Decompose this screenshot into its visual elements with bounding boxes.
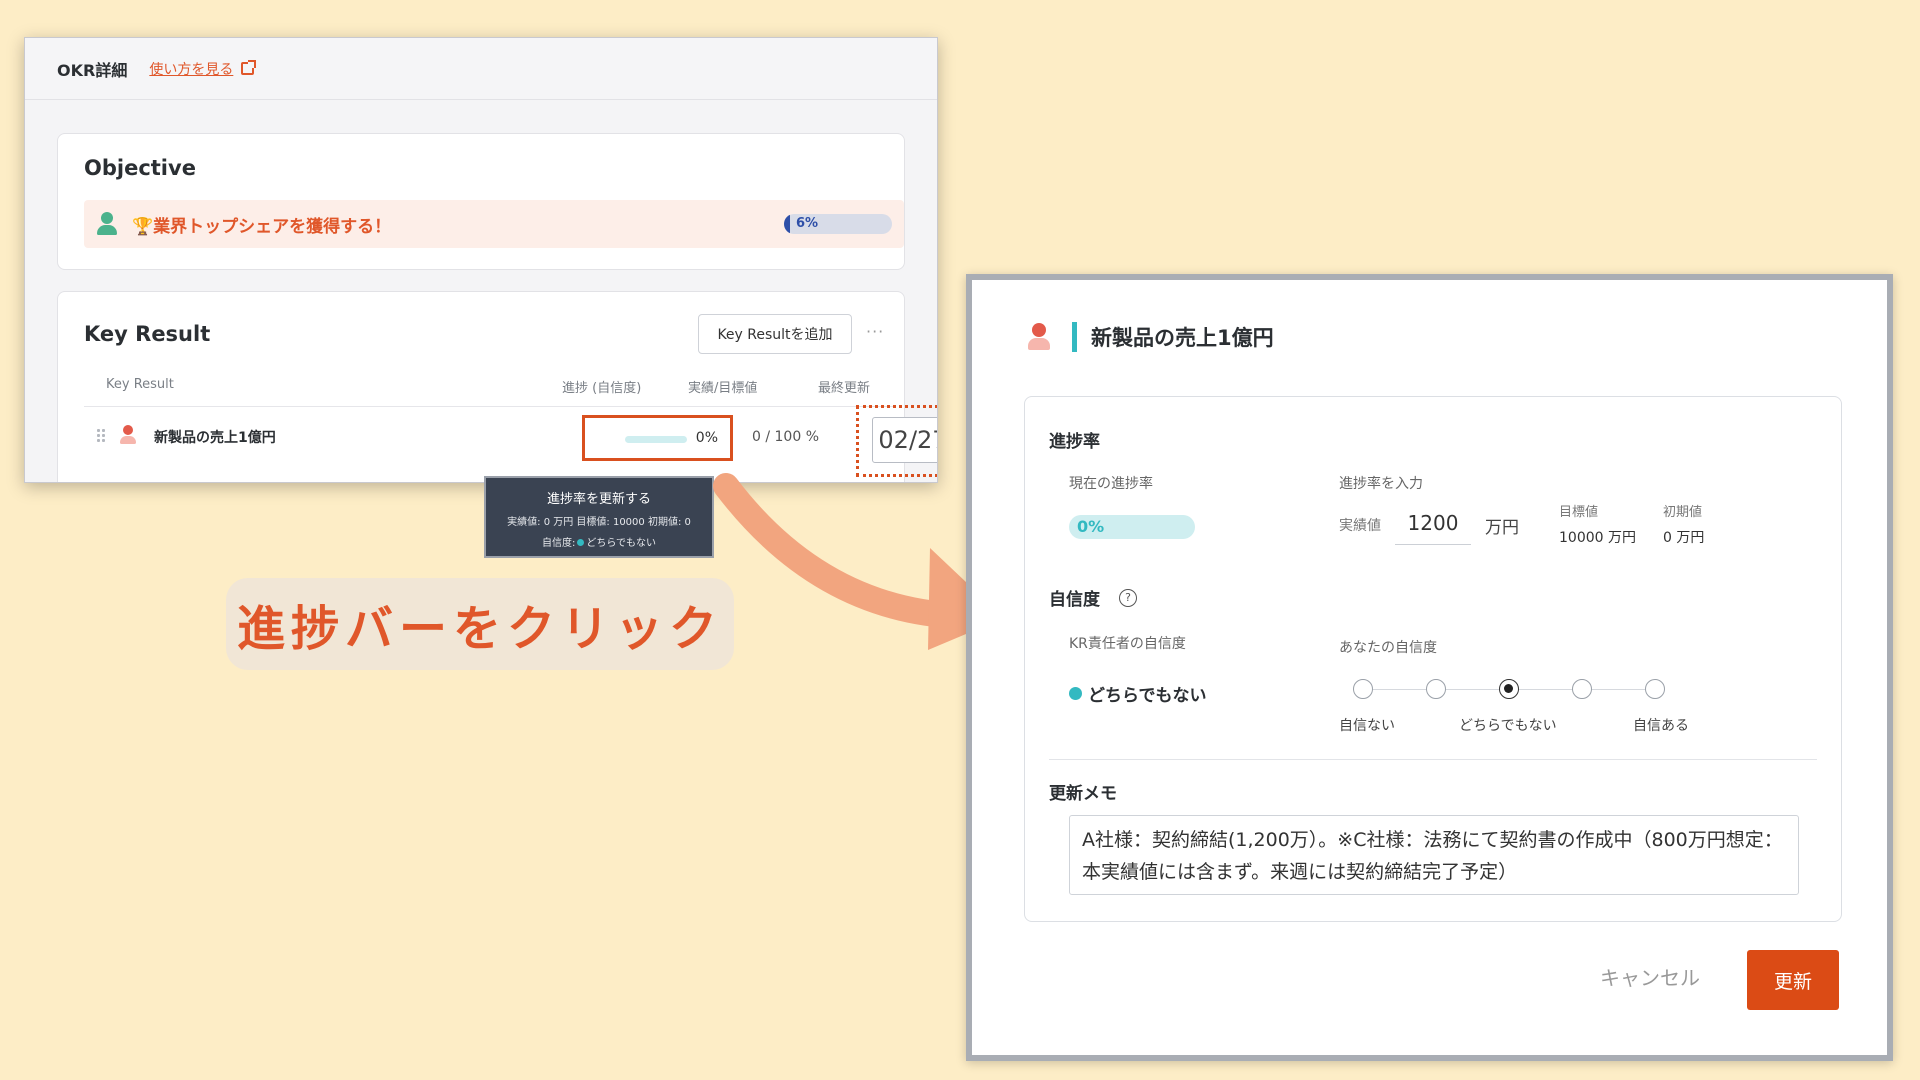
progress-section-title: 進捗率: [1049, 432, 1100, 452]
column-header-last-update: 最終更新: [818, 381, 871, 396]
add-key-result-button[interactable]: Key Resultを追加: [698, 314, 852, 354]
owner-confidence-label: KR責任者の自信度: [1069, 636, 1186, 652]
column-header-actual-target: 実績/目標値: [688, 381, 758, 396]
kr-progress-bar[interactable]: [625, 436, 687, 443]
current-progress-bar: 0%: [1069, 515, 1195, 539]
tooltip-confidence: 自信度: どちらでもない: [486, 534, 712, 549]
more-options-icon[interactable]: ···: [866, 322, 884, 341]
scale-mid-label: どちらでもない: [1459, 718, 1557, 734]
tooltip-values: 実績値: 0 万円 目標値: 10000 初期値: 0: [507, 517, 691, 528]
howto-link-label: 使い方を見る: [149, 61, 234, 78]
current-progress-label: 現在の進捗率: [1069, 476, 1153, 492]
user-avatar-icon: [96, 212, 118, 236]
section-divider: [1049, 759, 1817, 760]
update-form-card: 進捗率 現在の進捗率 0% 進捗率を入力 実績値 万円 目標値 10000 万円…: [1024, 396, 1842, 922]
actual-value-input[interactable]: [1395, 501, 1471, 545]
initial-value: 0 万円: [1663, 530, 1705, 546]
modal-title: 新製品の売上1億円: [1091, 326, 1274, 350]
table-row[interactable]: 新製品の売上1億円 0% 0 / 100 % 02/27: [84, 405, 937, 477]
title-accent-bar: [1072, 322, 1077, 352]
cancel-button[interactable]: キャンセル: [1600, 962, 1700, 991]
initial-value-label: 初期値: [1663, 505, 1703, 520]
confidence-radio-3[interactable]: [1499, 679, 1519, 699]
kr-owner-avatar-icon: [120, 425, 136, 445]
owner-confidence-value: どちらでもない: [1069, 681, 1207, 706]
tooltip-confidence-value: どちらでもない: [586, 538, 657, 549]
column-header-progress: 進捗 (自信度): [562, 381, 642, 396]
memo-section-title: 更新メモ: [1049, 784, 1117, 804]
update-button[interactable]: 更新: [1747, 950, 1839, 1010]
objective-heading: Objective: [84, 156, 196, 180]
objective-progress-bar[interactable]: 6%: [784, 214, 892, 234]
scale-low-label: 自信ない: [1339, 718, 1395, 734]
progress-update-modal: 新製品の売上1億円 進捗率 現在の進捗率 0% 進捗率を入力 実績値 万円 目標…: [966, 274, 1893, 1061]
confidence-radio-5[interactable]: [1645, 679, 1665, 699]
kr-owner-avatar-icon: [1028, 323, 1050, 351]
drag-handle-icon[interactable]: [96, 428, 106, 444]
tooltip-title: 進捗率を更新する: [546, 492, 651, 507]
objective-progress-label: 6%: [796, 216, 819, 231]
kr-progress-bar-highlight[interactable]: 0%: [582, 415, 733, 461]
tooltip-confidence-label: 自信度:: [541, 538, 576, 549]
modal-header: 新製品の売上1億円: [1028, 322, 1274, 352]
help-icon[interactable]: ?: [1119, 589, 1137, 607]
key-result-card: Key Result Key Resultを追加 ··· Key Result …: [57, 291, 937, 482]
target-value-label: 目標値: [1559, 505, 1599, 520]
owner-confidence-text: どちらでもない: [1088, 686, 1207, 706]
key-result-heading: Key Result: [84, 322, 211, 346]
kr-progress-label: 0%: [695, 430, 718, 446]
confidence-dot-icon: [577, 539, 585, 546]
objective-progress-fill: [784, 214, 791, 234]
confidence-radio-2[interactable]: [1426, 679, 1446, 699]
confidence-section-title: 自信度: [1049, 590, 1100, 610]
your-confidence-label: あなたの自信度: [1339, 640, 1437, 656]
external-link-icon: [241, 60, 257, 75]
kr-actual-target: 0 / 100 %: [752, 429, 819, 445]
objective-text: 🏆業界トップシェアを獲得する！: [132, 216, 392, 237]
scale-high-label: 自信ある: [1633, 718, 1689, 734]
progress-input-label: 進捗率を入力: [1339, 476, 1423, 492]
okr-header: OKR詳細 使い方を見る: [25, 38, 937, 100]
actual-value-label: 実績値: [1339, 518, 1381, 534]
objective-row[interactable]: 🏆業界トップシェアを獲得する！ 6%: [84, 200, 904, 248]
current-progress-value: 0%: [1077, 517, 1105, 536]
last-update-date: 02/27: [872, 417, 937, 463]
column-header-key-result: Key Result: [106, 377, 174, 392]
objective-card: Objective 🏆業界トップシェアを獲得する！ 6%: [57, 133, 905, 270]
update-memo-textarea[interactable]: A社様：契約締結(1,200万）。※C社様：法務にて契約書の作成中（800万円想…: [1069, 815, 1799, 895]
callout-text: 進捗バーをクリック: [236, 601, 723, 657]
okr-detail-panel: OKR詳細 使い方を見る Objective 🏆業界トップシェアを獲得する！ 6…: [24, 37, 938, 483]
target-value: 10000 万円: [1559, 530, 1636, 546]
instruction-callout: 進捗バーをクリック: [226, 578, 734, 670]
okr-title: OKR詳細: [57, 60, 128, 80]
progress-tooltip: 進捗率を更新する 実績値: 0 万円 目標値: 10000 初期値: 0 自信度…: [484, 476, 714, 558]
confidence-radio-1[interactable]: [1353, 679, 1373, 699]
kr-name: 新製品の売上1億円: [154, 430, 276, 446]
howto-link[interactable]: 使い方を見る: [149, 59, 257, 79]
confidence-dot-icon: [1069, 687, 1082, 700]
confidence-radio-4[interactable]: [1572, 679, 1592, 699]
actual-unit: 万円: [1485, 518, 1519, 538]
